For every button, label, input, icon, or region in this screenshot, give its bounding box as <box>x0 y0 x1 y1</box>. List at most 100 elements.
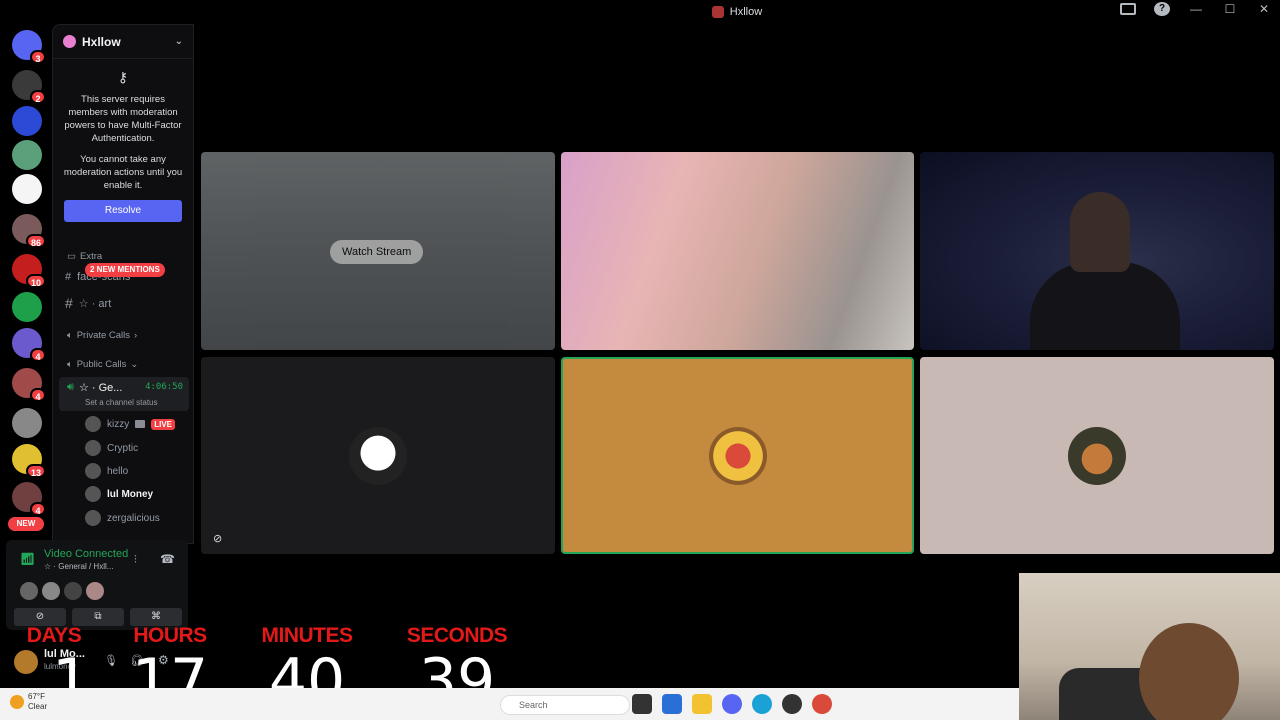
voice-user-name: hello <box>107 465 129 477</box>
server-hxllow-icon[interactable]: 2 <box>12 70 46 104</box>
participant-avatar <box>1068 426 1126 485</box>
windows-taskbar: 67°F Clear Search <box>0 688 1019 720</box>
edge-icon[interactable] <box>752 694 772 714</box>
close-icon[interactable]: ✕ <box>1256 2 1272 16</box>
hash-icon: # <box>65 295 73 311</box>
server-5-icon[interactable]: 86 <box>12 214 46 248</box>
server-11-icon[interactable]: 13 <box>12 444 46 478</box>
category-public-calls[interactable]: 🔈︎ Public Calls ⌄ <box>67 359 138 370</box>
text-channel-icon: ▭ <box>67 251 76 262</box>
guild-header[interactable]: Hxllow ⌄ <box>53 25 193 59</box>
hash-icon: # <box>65 271 72 283</box>
participant-avatar <box>708 426 767 485</box>
unread-badge: 4 <box>30 388 46 402</box>
voice-channel-general[interactable]: 🔊︎ ☆ · Ge... 4:06:50 Set a channel statu… <box>59 377 189 411</box>
voice-user-name: zergalicious <box>107 512 160 524</box>
voice-timer: 4:06:50 <box>145 382 183 392</box>
channel-art[interactable]: # ☆ · art <box>65 295 111 311</box>
weather-widget[interactable]: 67°F Clear <box>10 692 47 712</box>
category-extra-label: Extra <box>79 251 103 262</box>
maximize-icon[interactable]: ☐ <box>1222 2 1238 16</box>
discord-window: Hxllow ? — ☐ ✕ 3 2 86 10 4 4 13 4 NEW Hxllow ⌄ ⚷… <box>0 0 1280 720</box>
noise-suppression-icon[interactable]: ⫶ <box>134 554 137 567</box>
avatar-tile-user[interactable]: ⊘ <box>201 357 555 554</box>
voice-channel-name: ☆ · Ge... <box>78 382 123 394</box>
disconnect-icon[interactable]: ☎ <box>160 552 175 566</box>
weather-condition: Clear <box>28 702 48 711</box>
app-icon[interactable] <box>782 694 802 714</box>
avatar <box>42 582 60 600</box>
voice-connected-panel: 📶︎ Video Connected ☆ · General / Hxll...… <box>6 540 188 630</box>
moon-icon <box>10 695 24 709</box>
speaker-icon: 🔈︎ <box>67 359 73 370</box>
new-unreads-pill[interactable]: NEW <box>8 517 44 531</box>
discord-home-icon[interactable]: 3 <box>12 30 46 64</box>
server-6-icon[interactable]: 10 <box>12 254 46 288</box>
unread-badge: 3 <box>30 50 46 64</box>
avatar <box>85 440 101 456</box>
voice-connected-title: Video Connected <box>44 548 129 560</box>
channel-status-prompt[interactable]: Set a channel status <box>85 398 158 407</box>
server-7-icon[interactable] <box>12 292 42 322</box>
server-2-icon[interactable] <box>12 106 42 136</box>
avatar-tile-lul-money[interactable] <box>561 357 914 554</box>
avatar <box>85 416 101 432</box>
live-badge: LIVE <box>151 418 176 430</box>
mfa-text-1: This server requires members with modera… <box>64 94 182 144</box>
server-12-icon[interactable]: 4 <box>12 482 46 516</box>
streamer-webcam <box>1019 573 1280 720</box>
guild-icon <box>63 35 76 48</box>
avatar <box>20 582 38 600</box>
server-10-icon[interactable] <box>12 408 42 438</box>
seconds-label: SECONDS <box>406 624 508 647</box>
server-8-icon[interactable]: 4 <box>12 328 46 362</box>
chevron-right-icon: › <box>134 330 138 341</box>
voice-user[interactable]: lul Money <box>85 485 153 503</box>
avatar-tile-zergalicious[interactable] <box>920 357 1274 554</box>
mfa-notice: ⚷ This server requires members with mode… <box>53 59 193 222</box>
window-title: Hxllow <box>729 6 763 18</box>
mfa-text-2: You cannot take any moderation actions u… <box>63 154 183 191</box>
new-mentions-badge[interactable]: 2 NEW MENTIONS <box>85 263 165 277</box>
category-extra[interactable]: ▭ Extra <box>67 251 102 262</box>
stream-tile-kizzy[interactable]: Watch Stream <box>201 152 555 350</box>
avatar <box>85 486 101 502</box>
category-private-calls[interactable]: 🔈︎ Private Calls › <box>67 330 137 341</box>
file-explorer-icon[interactable] <box>692 694 712 714</box>
weather-temp: 67°F <box>28 692 45 701</box>
help-icon[interactable]: ? <box>1154 2 1170 16</box>
discord-app-icon[interactable] <box>722 694 742 714</box>
server-icon <box>711 6 724 18</box>
chrome-icon[interactable] <box>812 694 832 714</box>
video-tile-hello[interactable] <box>920 152 1274 350</box>
taskbar-apps <box>632 694 832 714</box>
server-9-icon[interactable]: 4 <box>12 368 46 402</box>
title-bar: Hxllow ? — ☐ ✕ <box>194 0 1280 24</box>
participant-avatar <box>349 426 407 485</box>
channel-art-label: ☆ · art <box>78 297 112 310</box>
server-money-icon[interactable] <box>12 174 42 204</box>
inbox-icon[interactable] <box>1120 3 1136 15</box>
video-tile-cryptic[interactable] <box>561 152 914 350</box>
voice-connected-channel[interactable]: ☆ · General / Hxll... <box>44 562 113 571</box>
server-rail: 3 2 86 10 4 4 13 4 NEW <box>0 24 52 544</box>
avatar <box>85 510 101 526</box>
task-view-icon[interactable] <box>632 694 652 714</box>
watch-stream-button[interactable]: Watch Stream <box>330 240 424 264</box>
minutes-label: MINUTES <box>261 624 354 647</box>
key-icon: ⚷ <box>117 69 129 85</box>
taskbar-search[interactable]: Search <box>500 695 630 715</box>
minimize-icon[interactable]: — <box>1188 2 1204 16</box>
speaker-active-icon: 🔊︎ <box>67 381 74 393</box>
server-3-icon[interactable] <box>12 140 42 170</box>
voice-user[interactable]: zergalicious <box>85 509 160 527</box>
store-icon[interactable] <box>662 694 682 714</box>
voice-user[interactable]: Cryptic <box>85 439 138 457</box>
unread-badge: 86 <box>25 234 46 248</box>
voice-user[interactable]: hello <box>85 462 128 480</box>
chevron-down-icon: ⌄ <box>174 36 183 47</box>
participant-video <box>1030 262 1180 350</box>
resolve-button[interactable]: Resolve <box>64 200 182 222</box>
voice-user[interactable]: kizzy LIVE <box>85 415 176 433</box>
participant-face <box>1070 192 1130 272</box>
